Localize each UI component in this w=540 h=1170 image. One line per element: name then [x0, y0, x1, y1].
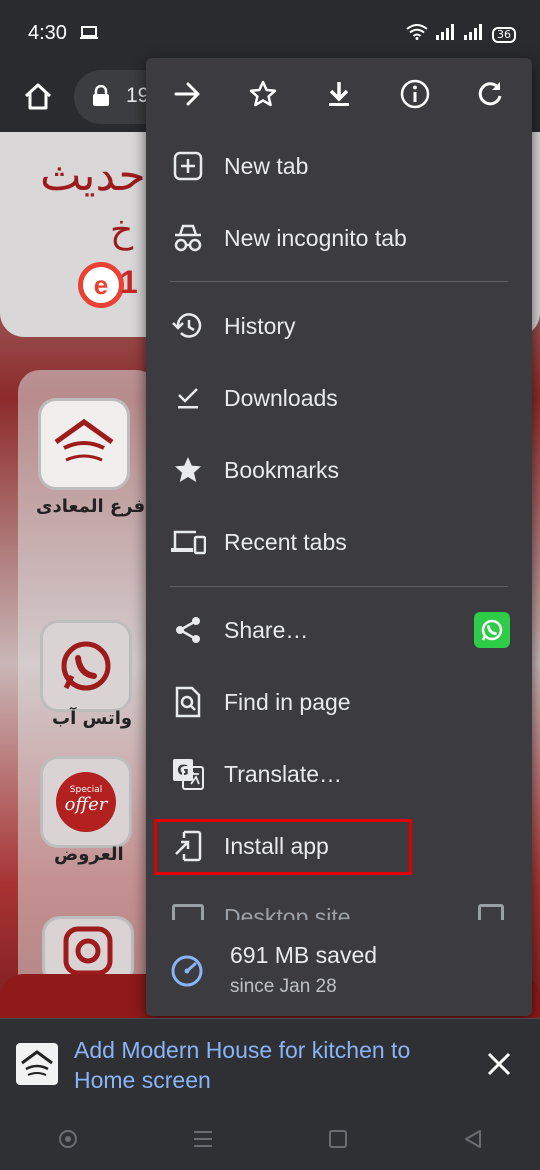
plus-box-icon: [170, 148, 206, 184]
offer-text: offer: [65, 794, 109, 815]
menu-item-history[interactable]: History: [146, 290, 532, 362]
menu-divider: [170, 281, 508, 282]
downloads-check-icon: [170, 380, 206, 416]
refresh-icon: [478, 82, 502, 106]
menu-item-new-incognito-tab[interactable]: New incognito tab: [146, 202, 532, 274]
browser-menu: New tab New incognito tab History Downlo…: [146, 58, 532, 1016]
menu-item-find-in-page[interactable]: Find in page: [146, 666, 532, 738]
menu-item-translate[interactable]: G Translate…: [146, 738, 532, 810]
data-saved-since: since Jan 28: [230, 976, 337, 997]
star-icon: [250, 80, 277, 107]
download-icon: [328, 82, 349, 106]
app-icon: [16, 1043, 58, 1085]
whatsapp-icon[interactable]: [40, 620, 132, 712]
history-icon: [170, 308, 206, 344]
menu-item-label: New incognito tab: [224, 224, 407, 251]
menu-item-label: Translate…: [224, 760, 343, 787]
menu-item-label: New tab: [224, 152, 309, 179]
whatsapp-share-icon[interactable]: [474, 612, 510, 648]
forward-arrow-icon: [174, 82, 200, 106]
side-item-label: واتس آب: [52, 708, 133, 729]
lock-icon: [92, 84, 110, 112]
status-bar: 4:30 36: [0, 0, 540, 66]
side-item-label: فرع المعادى: [36, 496, 146, 517]
menu-button[interactable]: [183, 1119, 223, 1159]
page-info-button[interactable]: [388, 67, 442, 121]
menu-item-downloads[interactable]: Downloads: [146, 362, 532, 434]
share-icon: [170, 612, 206, 648]
back-nav-button[interactable]: [453, 1119, 493, 1159]
home-button[interactable]: [18, 76, 58, 116]
desktop-icon: [172, 904, 204, 920]
signal-icon: [436, 24, 456, 45]
offer-icon[interactable]: Special offer: [40, 756, 132, 848]
download-button[interactable]: [312, 67, 366, 121]
desktop-site-checkbox[interactable]: [478, 904, 504, 920]
close-icon: [487, 1052, 511, 1076]
menu-item-label: Recent tabs: [224, 528, 347, 555]
signal-icon-2: [464, 24, 484, 45]
incognito-icon: [170, 220, 206, 256]
system-nav-bar: [0, 1108, 540, 1170]
site-logo: e: [78, 262, 124, 308]
banner-title: حديث: [40, 150, 146, 201]
side-item-label: العروض: [54, 844, 124, 865]
menu-item-label: Find in page: [224, 688, 351, 715]
home-nav-button[interactable]: [318, 1119, 358, 1159]
logo-tail: 1: [120, 264, 138, 300]
wifi-icon: [406, 24, 428, 45]
close-button[interactable]: [484, 1049, 514, 1079]
menu-item-new-tab[interactable]: New tab: [146, 130, 532, 202]
home-icon: [24, 83, 52, 110]
menu-item-label: Desktop site: [224, 904, 351, 920]
menu-item-label: Share…: [224, 616, 309, 643]
banner-subtitle: خ: [110, 210, 134, 251]
bookmark-star-button[interactable]: [236, 67, 290, 121]
menu-divider: [170, 586, 508, 587]
menu-item-recent-tabs[interactable]: Recent tabs: [146, 506, 532, 578]
find-in-page-icon: [170, 684, 206, 720]
info-icon: [400, 79, 429, 109]
assistant-icon: [58, 1130, 77, 1148]
laptop-icon: [80, 26, 98, 45]
translate-icon: G: [170, 756, 206, 792]
refresh-button[interactable]: [463, 67, 517, 121]
square-icon: [328, 1130, 347, 1148]
hamburger-icon: [193, 1131, 212, 1147]
menu-item-share[interactable]: Share…: [146, 594, 532, 666]
logo-letter: e: [93, 269, 109, 300]
bookmark-star-icon: [170, 452, 206, 488]
menu-item-desktop-site[interactable]: Desktop site: [146, 900, 532, 920]
status-time: 4:30: [28, 22, 67, 44]
menu-item-label: History: [224, 312, 296, 339]
data-saved-amount: 691 MB saved: [230, 942, 378, 968]
install-app-highlight: [154, 819, 412, 875]
menu-top-actions: [146, 58, 532, 130]
assistant-button[interactable]: [48, 1119, 88, 1159]
menu-item-bookmarks[interactable]: Bookmarks: [146, 434, 532, 506]
speedometer-icon: [170, 954, 204, 993]
add-to-home-text[interactable]: Add Modern House for kitchen to Home scr…: [74, 1035, 454, 1095]
house-logo-icon[interactable]: [38, 398, 130, 490]
battery-icon: 36: [492, 26, 516, 43]
menu-item-label: Downloads: [224, 384, 338, 411]
forward-button[interactable]: [161, 67, 215, 121]
data-saved-row[interactable]: 691 MB saved since Jan 28: [146, 930, 532, 1016]
menu-item-label: Bookmarks: [224, 456, 340, 483]
add-to-home-banner[interactable]: Add Modern House for kitchen to Home scr…: [0, 1018, 540, 1108]
back-triangle-icon: [464, 1130, 481, 1148]
devices-icon: [170, 524, 206, 560]
